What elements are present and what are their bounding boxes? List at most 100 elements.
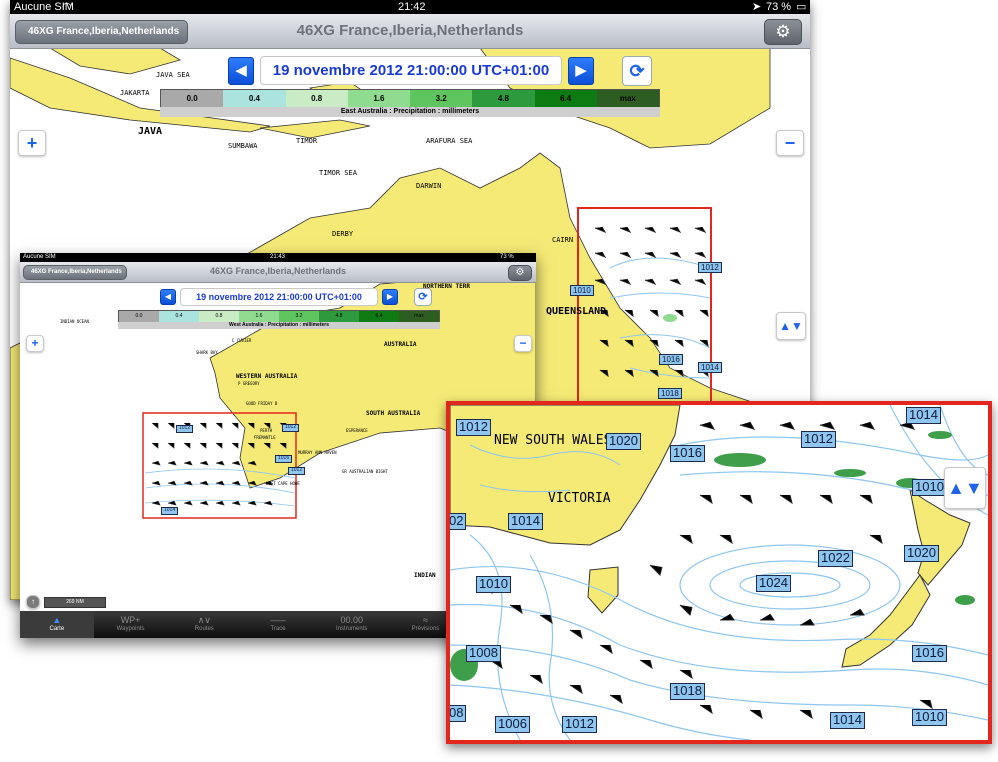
settings-button[interactable]: ⚙ [508,265,532,281]
place-label: FREMANTLE [254,435,276,440]
tab-carte[interactable]: ▲ Carte [20,611,94,638]
isobar-label: 1016 [670,445,705,462]
navigation-bar: 46XG France,Iberia,Netherlands 46XG Fran… [10,14,810,49]
legend-cell: 0.4 [223,90,286,107]
place-label: SOUTH AUSTRALIA [366,410,421,417]
isobar-label: 1014 [830,712,865,729]
tab-label: Carte [49,626,65,632]
trace-icon: ‒‒‒ [270,615,286,625]
isobar-label: 1014 [161,507,179,515]
layer-toggle-button[interactable]: ▲▼ [944,467,986,509]
previous-date-button[interactable]: ◀ [160,289,176,305]
legend-cell: 0.0 [119,311,159,322]
map-scale: 269 NM [44,597,106,608]
legend-cell: max [399,311,439,322]
place-label: JAKARTA [120,89,150,97]
precipitation-legend: 0.0 0.4 0.8 1.6 3.2 4.8 6.4 max [160,89,660,108]
tab-label: Routes [194,626,214,632]
tab-waypoints[interactable]: WP+ Waypoints [94,611,168,638]
page-title: 46XG France,Iberia,Netherlands [296,22,524,39]
place-label: SHARK BAY [196,350,218,355]
isobar-label: 08 [450,705,467,722]
tab-routes[interactable]: ∧∨ Routes [167,611,241,638]
place-label: PERTH [260,428,273,433]
tab-instruments[interactable]: 00.00 Instruments [315,611,389,638]
up-down-arrows-icon: ▲▼ [947,478,983,498]
tab-label: Trace [270,626,286,632]
zoom-in-button[interactable]: + [26,335,44,352]
refresh-button[interactable]: ⟳ [622,56,652,86]
isobar-label: 1010 [570,285,594,297]
next-date-button[interactable]: ▶ [568,57,594,85]
up-down-arrows-icon: ▲▼ [779,319,803,333]
isobar-label: 1018 [658,388,682,400]
gear-icon: ⚙ [515,267,525,278]
legend-cell: 0.0 [161,90,224,107]
place-label: QUEENSLAND [546,306,607,317]
location-icon: ➤ [752,1,762,13]
legend-cell: 4.8 [472,90,535,107]
isobar-label: 1016 [659,354,683,366]
waypoint-icon: WP+ [120,615,141,625]
place-label: JAVA [138,126,163,137]
settings-button[interactable]: ⚙ [764,19,802,45]
route-icon: ∧∨ [197,615,211,625]
precipitation-patch [663,314,677,322]
place-label: TIMOR SEA [319,169,357,177]
layer-toggle-button[interactable]: ▲▼ [776,312,806,340]
wifi-icon: ◠ [62,1,72,13]
zoom-out-button[interactable]: − [514,335,532,352]
refresh-icon: ⟳ [418,291,428,303]
battery-label: 73 % [500,254,514,260]
next-date-button[interactable]: ▶ [382,289,398,305]
isobar-label: 1010 [912,709,947,726]
place-label: GOOD FRIDAY B [246,401,278,406]
isobar-label: 1016 [275,455,293,463]
isobar-label: 1014 [508,513,543,530]
tab-trace[interactable]: ‒‒‒ Trace [241,611,315,638]
place-label: INDIAN [414,572,436,579]
place-label: ESPERANCE [346,428,368,433]
legend-cell: 6.4 [534,90,597,107]
place-label: NEW SOUTH WALES [494,433,612,448]
isobar-label: 02 [450,513,467,530]
legend-caption: West Australia : Precipitation : millime… [118,322,440,329]
place-label: P GREGORY [238,381,260,386]
place-label: GR AUSTRALIAN BIGHT [342,469,388,474]
location-arrow-button[interactable]: ↑ [26,595,40,609]
place-label: INDIAN OCEAN [60,319,89,324]
legend-cell: 0.8 [199,311,239,322]
place-label: WESTERN AUSTRALIA [236,373,298,380]
place-label: JAVA SEA [156,71,190,79]
legend-cell: max [596,90,659,107]
timor-island [259,119,371,139]
status-bar: Aucune SIM ◠ 21:42 ➤ 73 % ▭ [10,0,810,14]
isobar-label: 1014 [698,362,722,374]
zoomed-map-panel[interactable]: NEW SOUTH WALES VICTORIA 1012 1020 1016 … [446,401,992,744]
place-label: VICTORIA [548,491,611,506]
legend-cell: 6.4 [359,311,399,322]
map-icon: ▲ [52,615,62,625]
zoom-in-button[interactable]: + [18,130,46,156]
zoom-out-button[interactable]: − [776,130,804,156]
refresh-icon: ⟳ [629,61,645,81]
forecast-date[interactable]: 19 novembre 2012 21:00:00 UTC+01:00 [260,56,562,85]
isobar-label: 1012 [456,419,491,436]
isobar-label: 1020 [606,433,641,450]
legend-cell: 3.2 [410,90,473,107]
isobar-label: 1022 [818,550,853,567]
place-label: CAIRN [552,236,574,244]
previous-date-button[interactable]: ◀ [228,57,254,85]
isobar-label: 1020 [904,545,939,562]
forecast-date[interactable]: 19 novembre 2012 21:00:00 UTC+01:00 [180,288,378,306]
isobar-label: 1016 [912,645,947,662]
battery-label: 73 % [766,1,792,13]
place-label: TIMOR [296,137,318,145]
isobar-label: 1012 [698,262,722,274]
refresh-button[interactable]: ⟳ [414,288,432,306]
clock: 21:43 [270,254,286,260]
instruments-icon: 00.00 [340,615,363,625]
isobar-label: 1012 [288,467,306,475]
isobar-label: 1012 [176,425,194,433]
gear-icon: ⚙ [775,22,791,41]
